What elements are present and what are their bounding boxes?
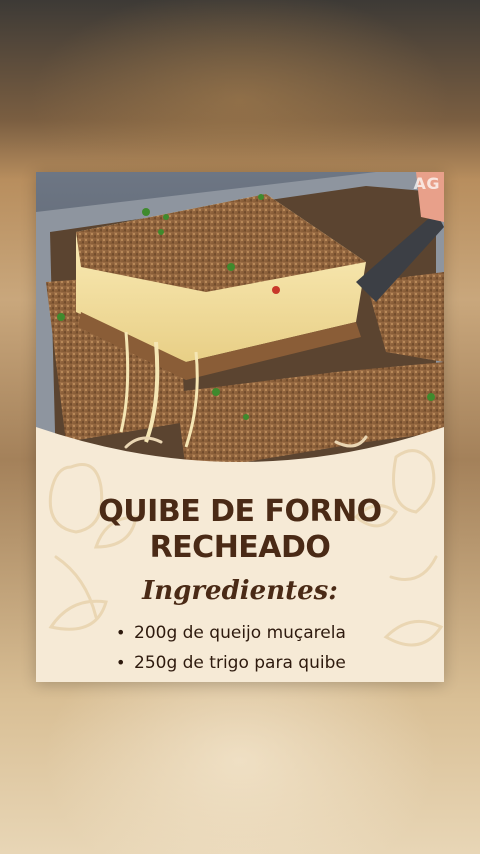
watermark-text: AG [413, 174, 440, 193]
ingredient-item: • 200g de queijo muçarela [116, 618, 346, 648]
recipe-title-line-1: QUIBE DE FORNO [98, 494, 382, 529]
bullet-icon: • [116, 653, 126, 672]
ingredient-item: • 250g de trigo para quibe [116, 648, 346, 678]
ingredient-list: • 200g de queijo muçarela • 250g de trigo … [116, 618, 346, 678]
recipe-card: AG QUIBE DE FORNO RECHEADO Ingredientes:… [36, 172, 444, 682]
ingredients-heading: Ingredientes: [142, 576, 338, 606]
recipe-title: QUIBE DE FORNO RECHEADO [36, 494, 444, 566]
ingredient-text: 250g de trigo para quibe [134, 653, 346, 673]
recipe-photo: AG [36, 172, 444, 472]
bullet-icon: • [116, 623, 126, 642]
ingredient-text: 200g de queijo muçarela [134, 623, 346, 643]
recipe-title-line-2: RECHEADO [149, 530, 331, 565]
